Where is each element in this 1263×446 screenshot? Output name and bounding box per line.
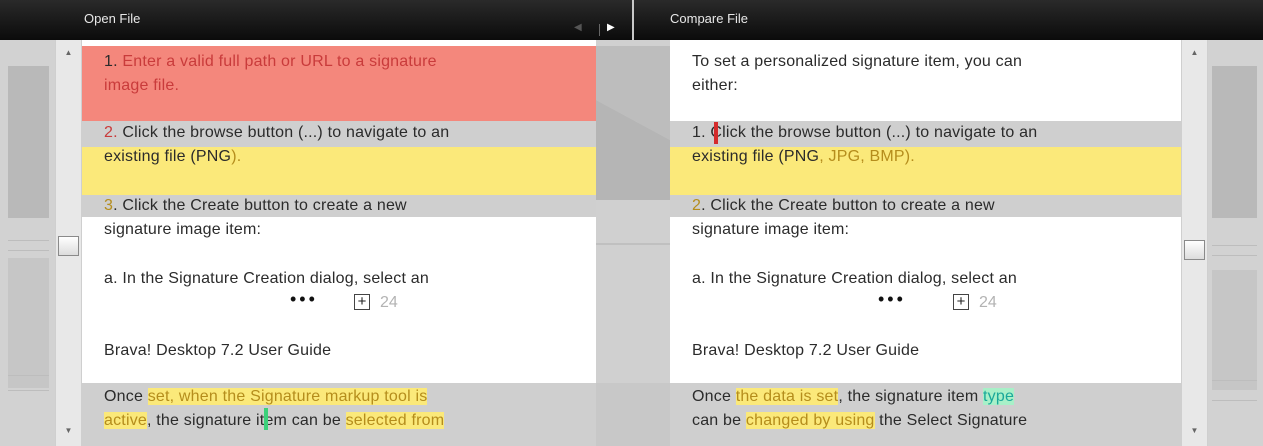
overview-stripe <box>8 240 49 241</box>
changed-text: the data is set <box>735 388 839 405</box>
text-line: active, the signature item can be select… <box>104 411 445 430</box>
text-run: Once <box>692 388 736 405</box>
text-line: Brava! Desktop 7.2 User Guide <box>692 342 920 359</box>
text-line: signature image item: <box>692 221 850 238</box>
diff-connector <box>596 46 670 446</box>
overview-stripe <box>1212 255 1257 256</box>
ellipsis-icon: ••• <box>878 289 906 309</box>
text-run: existing file (PNG <box>104 148 232 165</box>
overview-stripe <box>8 250 49 251</box>
open-file-document[interactable]: 1. Enter a valid full path or URL to a s… <box>82 40 596 446</box>
text-run: 1. <box>104 53 123 70</box>
text-run: Click the browse button (...) to navigat… <box>710 124 1038 141</box>
changed-text: 3 <box>104 197 114 214</box>
text-line: 2. Click the Create button to create a n… <box>692 196 995 215</box>
text-line: existing file (PNG, JPG, BMP). <box>692 147 915 166</box>
text-line: either: <box>692 77 738 94</box>
text-run: , the signature item <box>147 412 292 429</box>
deleted-text: image file. <box>104 77 180 94</box>
page-number: 24 <box>979 294 997 311</box>
changed-text: ). <box>231 148 242 165</box>
text-run: Once <box>104 388 148 405</box>
text-run: . Click the Create button to create a ne… <box>113 197 407 214</box>
text-line: a. In the Signature Creation dialog, sel… <box>104 270 429 287</box>
compare-file-titlebar: Compare File <box>634 0 1263 40</box>
scroll-up-icon[interactable]: ▲ <box>1182 48 1207 57</box>
overview-stripe <box>8 375 49 376</box>
text-run: can be <box>692 412 746 429</box>
changed-text: 2 <box>692 197 702 214</box>
text-line: Brava! Desktop 7.2 User Guide <box>104 342 332 359</box>
compare-file-document[interactable]: To set a personalized signature item, yo… <box>670 40 1181 446</box>
text-run: can be <box>291 412 346 429</box>
left-scrollbar[interactable]: ▲ ▼ <box>55 40 82 446</box>
expand-icon[interactable]: + <box>953 294 969 310</box>
text-line: 3. Click the Create button to create a n… <box>104 196 407 215</box>
deleted-text: Enter a valid full path or URL to a sign… <box>122 53 437 70</box>
nav-separator <box>599 24 600 36</box>
change-marker <box>264 408 268 430</box>
scroll-up-icon[interactable]: ▲ <box>56 48 81 57</box>
overview-stripe <box>1212 400 1257 401</box>
overview-stripe <box>8 390 49 391</box>
overview-block <box>8 66 49 218</box>
changed-text: active <box>104 412 147 429</box>
compare-file-title: Compare File <box>670 11 749 26</box>
text-run: existing file (PNG <box>692 148 820 165</box>
text-line: Once the data is set, the signature item… <box>692 387 1015 406</box>
prev-change-icon[interactable]: ◀ <box>574 22 582 33</box>
left-overview-rail[interactable] <box>0 40 55 446</box>
scroll-down-icon[interactable]: ▼ <box>1182 426 1207 435</box>
open-file-title: Open File <box>84 11 141 26</box>
overview-stripe <box>1212 245 1257 246</box>
overview-block <box>8 258 49 388</box>
text-line: a. In the Signature Creation dialog, sel… <box>692 270 1017 287</box>
overview-block <box>1212 270 1257 390</box>
open-file-titlebar: Open File <box>0 0 632 40</box>
next-change-icon[interactable]: ▶ <box>607 22 615 33</box>
ellipsis-icon: ••• <box>290 289 318 309</box>
text-run: Click the browse button (...) to navigat… <box>122 124 450 141</box>
text-line: 2. Click the browse button (...) to navi… <box>104 123 449 142</box>
text-run: , the signature item <box>838 388 984 405</box>
text-line: signature image item: <box>104 221 262 238</box>
changed-text: changed by using <box>745 412 875 429</box>
change-marker <box>714 122 718 144</box>
changed-text: selected from <box>345 412 445 429</box>
text-line: can be changed by using the Select Signa… <box>692 411 1027 430</box>
scroll-down-icon[interactable]: ▼ <box>56 426 81 435</box>
expand-icon[interactable]: + <box>354 294 370 310</box>
diff-gutter <box>596 40 670 446</box>
text-line: 1. Enter a valid full path or URL to a s… <box>104 52 437 71</box>
text-line: Once set, when the Signature markup tool… <box>104 387 428 406</box>
text-run: the Select Signature <box>874 412 1028 429</box>
text-line: 1. Click the browse button (...) to navi… <box>692 123 1037 142</box>
changed-text: , JPG, BMP). <box>819 148 915 165</box>
right-overview-rail[interactable] <box>1208 40 1263 446</box>
overview-stripe <box>1212 380 1257 381</box>
text-run: 1. <box>692 124 711 141</box>
text-line: To set a personalized signature item, yo… <box>692 53 1023 70</box>
text-run: . Click the Create button to create a ne… <box>701 197 995 214</box>
overview-block <box>1212 66 1257 218</box>
deleted-text: 2. <box>104 124 123 141</box>
page-number: 24 <box>380 294 398 311</box>
right-scrollbar[interactable]: ▲ ▼ <box>1181 40 1208 446</box>
text-line: existing file (PNG). <box>104 147 241 166</box>
changed-text: set, when the Signature markup tool is <box>147 388 428 405</box>
scroll-thumb[interactable] <box>1184 240 1205 260</box>
inserted-text: type <box>983 388 1015 405</box>
scroll-thumb[interactable] <box>58 236 79 256</box>
